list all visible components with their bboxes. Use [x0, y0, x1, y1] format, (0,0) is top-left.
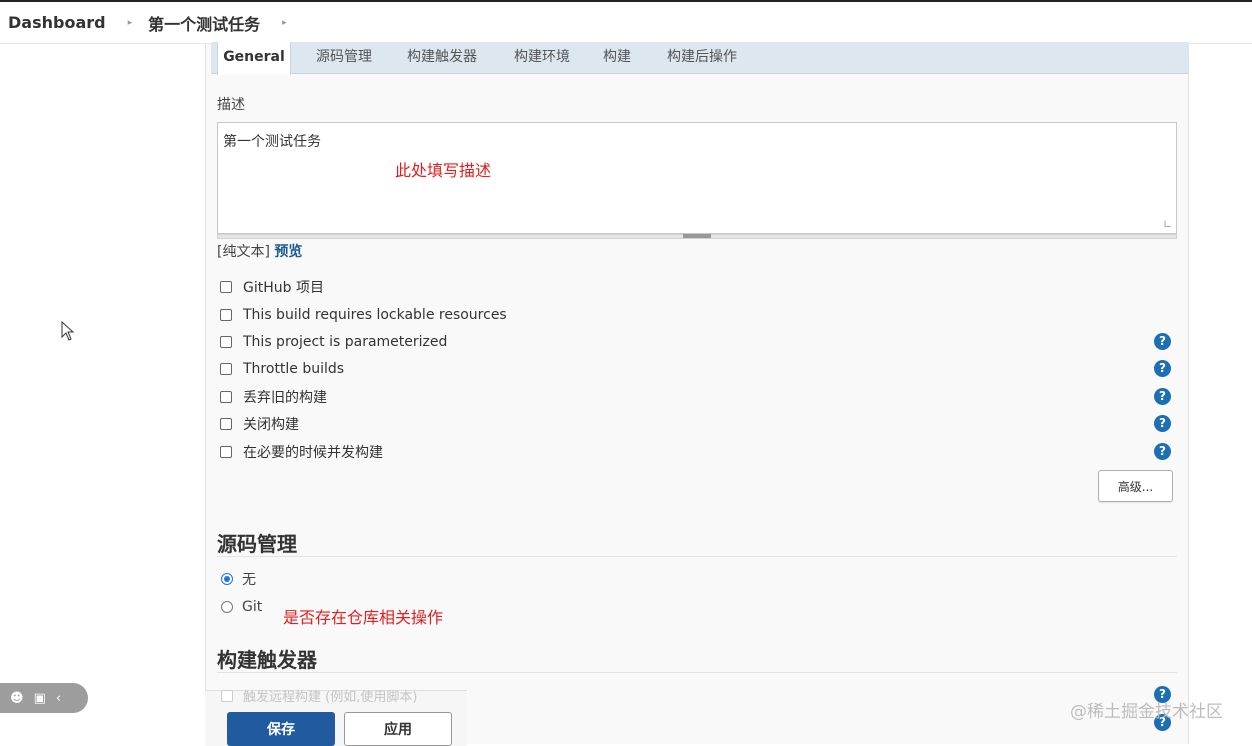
- option-checkbox[interactable]: [220, 281, 232, 293]
- collapse-icon[interactable]: ‹: [56, 691, 61, 706]
- floating-toolbar[interactable]: ☻ ▣ ‹: [0, 683, 88, 713]
- option-checkbox[interactable]: [220, 336, 232, 348]
- option-label: 在必要的时候并发构建: [243, 445, 383, 461]
- option-checkbox[interactable]: [221, 689, 233, 702]
- chat-icon[interactable]: ▣: [34, 691, 46, 706]
- help-icon[interactable]: ?: [1154, 388, 1171, 405]
- help-icon[interactable]: ?: [1154, 360, 1171, 377]
- option-label: This project is parameterized: [243, 334, 448, 350]
- option-label: GitHub 项目: [243, 280, 324, 296]
- option-row[interactable]: GitHub 项目: [220, 276, 324, 298]
- option-checkbox[interactable]: [220, 309, 232, 321]
- option-checkbox[interactable]: [220, 391, 232, 403]
- option-label: 触发远程构建 (例如,使用脚本): [243, 690, 418, 705]
- tab-general[interactable]: General: [217, 42, 291, 75]
- option-row[interactable]: 丢弃旧的构建: [220, 386, 327, 408]
- chevron-right-icon[interactable]: ▸: [128, 18, 133, 28]
- description-value[interactable]: 第一个测试任务: [223, 131, 321, 151]
- option-checkbox[interactable]: [220, 446, 232, 458]
- help-icon[interactable]: ?: [1154, 333, 1171, 350]
- help-icon[interactable]: ?: [1154, 415, 1171, 432]
- tab-triggers[interactable]: 构建触发器: [400, 42, 484, 74]
- emoji-icon[interactable]: ☻: [10, 691, 24, 706]
- mouse-cursor-icon: [61, 321, 75, 341]
- section-divider: [217, 672, 1177, 673]
- tab-scm[interactable]: 源码管理: [309, 42, 379, 74]
- tab-post-build[interactable]: 构建后操作: [660, 42, 744, 74]
- description-label: 描述: [217, 97, 245, 113]
- preview-link[interactable]: 预览: [274, 244, 302, 260]
- option-label: This build requires lockable resources: [243, 307, 507, 323]
- resize-grip-icon[interactable]: [683, 234, 711, 238]
- help-icon[interactable]: ?: [1154, 443, 1171, 460]
- radio-label: 无: [242, 572, 256, 588]
- option-label: 关闭构建: [243, 417, 299, 433]
- option-row[interactable]: This build requires lockable resources: [220, 304, 507, 326]
- radio-unselected[interactable]: [221, 601, 233, 613]
- advanced-button[interactable]: 高级...: [1098, 470, 1173, 502]
- option-checkbox[interactable]: [220, 418, 232, 430]
- annotation-description-note: 此处填写描述: [395, 161, 492, 180]
- scm-option-git[interactable]: Git: [221, 597, 262, 617]
- breadcrumb: Dashboard ▸ 第一个测试任务 ▸: [0, 0, 1252, 44]
- breadcrumb-dashboard[interactable]: Dashboard: [8, 13, 106, 32]
- config-tabs: General 源码管理 构建触发器 构建环境 构建 构建后操作: [211, 42, 1189, 75]
- breadcrumb-job[interactable]: 第一个测试任务: [148, 11, 260, 35]
- annotation-scm-note: 是否存在仓库相关操作: [283, 608, 444, 627]
- tab-build-env[interactable]: 构建环境: [507, 42, 577, 74]
- option-row[interactable]: Throttle builds: [220, 358, 344, 380]
- save-button[interactable]: 保存: [227, 712, 335, 746]
- watermark: @稀土掘金技术社区: [1070, 702, 1223, 722]
- section-title-triggers: 构建触发器: [217, 648, 317, 672]
- tab-build[interactable]: 构建: [599, 42, 635, 74]
- option-row[interactable]: 在必要的时候并发构建: [220, 441, 383, 463]
- resize-corner-icon[interactable]: ∟: [1163, 218, 1172, 231]
- trigger-remote-option[interactable]: 触发远程构建 (例如,使用脚本): [221, 686, 417, 705]
- option-checkbox[interactable]: [220, 363, 232, 375]
- chevron-right-icon[interactable]: ▸: [282, 18, 287, 28]
- radio-label: Git: [242, 599, 263, 615]
- text-format-line: [纯文本] 预览: [217, 241, 302, 261]
- description-textarea[interactable]: [217, 122, 1177, 234]
- section-divider: [217, 556, 1177, 557]
- option-row[interactable]: 关闭构建: [220, 413, 299, 435]
- section-title-scm: 源码管理: [217, 532, 297, 556]
- apply-button[interactable]: 应用: [344, 712, 452, 746]
- option-label: Throttle builds: [243, 361, 345, 377]
- scm-option-none[interactable]: 无: [221, 569, 256, 589]
- option-row[interactable]: This project is parameterized: [220, 331, 447, 353]
- option-label: 丢弃旧的构建: [243, 390, 327, 406]
- radio-selected[interactable]: [221, 573, 233, 585]
- format-plain-label: [纯文本]: [217, 244, 270, 260]
